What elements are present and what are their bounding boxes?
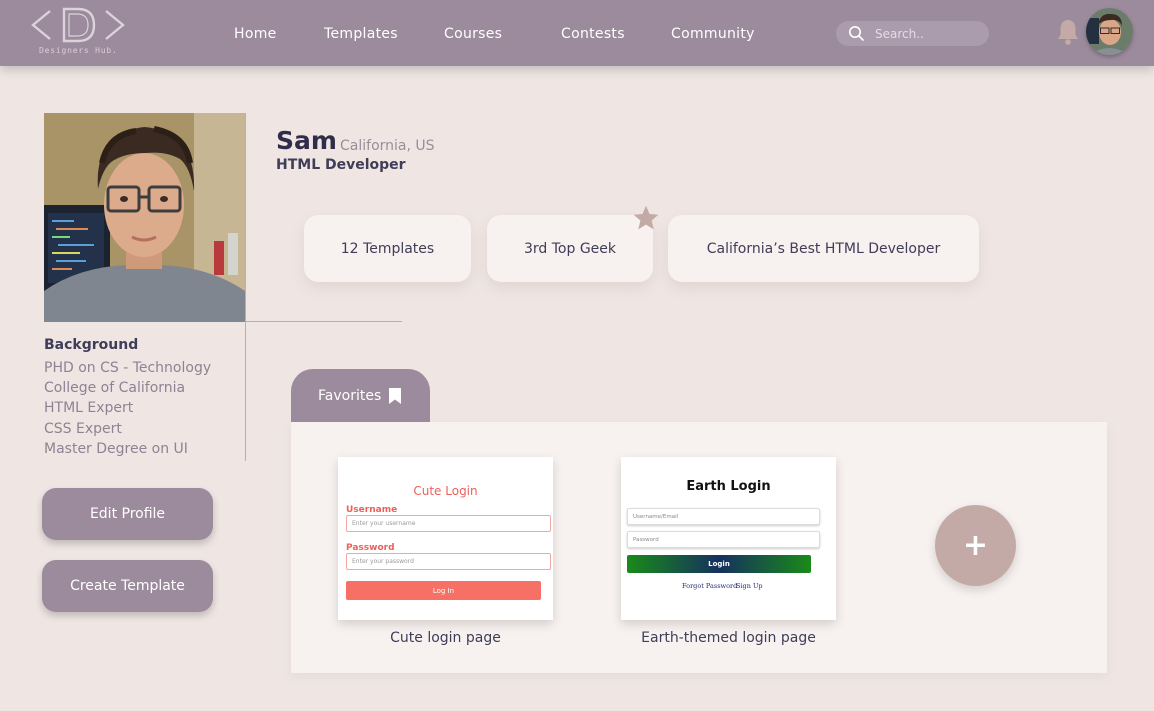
add-favorite-button[interactable]: + <box>935 505 1016 586</box>
background-item: PHD on CS - Technology <box>44 360 212 376</box>
background-item: Master Degree on UI <box>44 440 188 457</box>
profile-role: HTML Developer <box>276 157 406 173</box>
bookmark-icon <box>389 388 401 404</box>
earth-login-caption: Earth-themed login page <box>641 630 816 646</box>
background-item: CSS Expert <box>44 420 122 437</box>
plus-icon: + <box>962 528 989 563</box>
nav-link-templates[interactable]: Templates <box>324 26 398 42</box>
create-template-button[interactable]: Create Template <box>42 560 213 612</box>
cute-password-label: Password <box>346 543 395 553</box>
profile-name: Sam <box>276 126 337 155</box>
cute-login-caption: Cute login page <box>390 630 501 646</box>
logo-mark-icon <box>31 7 125 43</box>
earth-forgot-password-link[interactable]: Forgot Password <box>682 582 737 590</box>
favorite-card-cute-login[interactable]: Cute Login Username Password Log In <box>338 457 553 620</box>
profile-photo <box>44 113 245 322</box>
profile-divider-vertical <box>245 113 246 461</box>
cute-login-title: Cute Login <box>413 484 478 498</box>
nav-link-home[interactable]: Home <box>234 26 277 42</box>
top-navigation-bar: Designers Hub. Home Templates Courses Co… <box>0 0 1154 66</box>
designers-hub-logo[interactable]: Designers Hub. <box>30 6 130 58</box>
profile-portrait-image <box>44 113 245 322</box>
earth-sign-up-link[interactable]: Sign Up <box>736 582 763 590</box>
stat-top-geek-rank: 3rd Top Geek <box>487 215 653 282</box>
earth-username-input[interactable] <box>627 508 820 525</box>
nav-link-courses[interactable]: Courses <box>444 26 502 42</box>
tab-favorites[interactable]: Favorites <box>291 369 430 422</box>
bell-icon[interactable] <box>1056 18 1080 46</box>
search-icon <box>849 26 864 41</box>
user-avatar[interactable] <box>1086 8 1133 55</box>
cute-username-label: Username <box>346 505 398 515</box>
edit-profile-button[interactable]: Edit Profile <box>42 488 213 540</box>
nav-link-contests[interactable]: Contests <box>561 26 625 42</box>
background-heading: Background <box>44 337 139 353</box>
stat-templates-count: 12 Templates <box>304 215 471 282</box>
background-item: HTML Expert <box>44 400 134 417</box>
search-box[interactable] <box>836 21 989 46</box>
earth-login-button[interactable]: Login <box>627 555 811 573</box>
cute-username-input[interactable] <box>346 515 551 532</box>
earth-login-title: Earth Login <box>686 479 771 494</box>
earth-password-input[interactable] <box>627 531 820 548</box>
stat-best-developer: California’s Best HTML Developer <box>668 215 979 282</box>
favorite-card-earth-login[interactable]: Earth Login Login Forgot Password Sign U… <box>621 457 836 620</box>
cute-login-button[interactable]: Log In <box>346 581 541 600</box>
background-item: College of California <box>44 380 186 397</box>
star-icon <box>633 205 659 230</box>
cute-password-input[interactable] <box>346 553 551 570</box>
search-input[interactable] <box>875 24 983 43</box>
avatar-portrait-icon <box>1086 8 1133 55</box>
profile-location: California, US <box>340 138 435 154</box>
tab-favorites-label: Favorites <box>318 388 382 404</box>
profile-divider-horizontal <box>245 321 402 322</box>
logo-text: Designers Hub. <box>39 46 118 55</box>
nav-link-community[interactable]: Community <box>671 26 755 42</box>
background-list: PHD on CS - Technology College of Califo… <box>44 358 211 459</box>
